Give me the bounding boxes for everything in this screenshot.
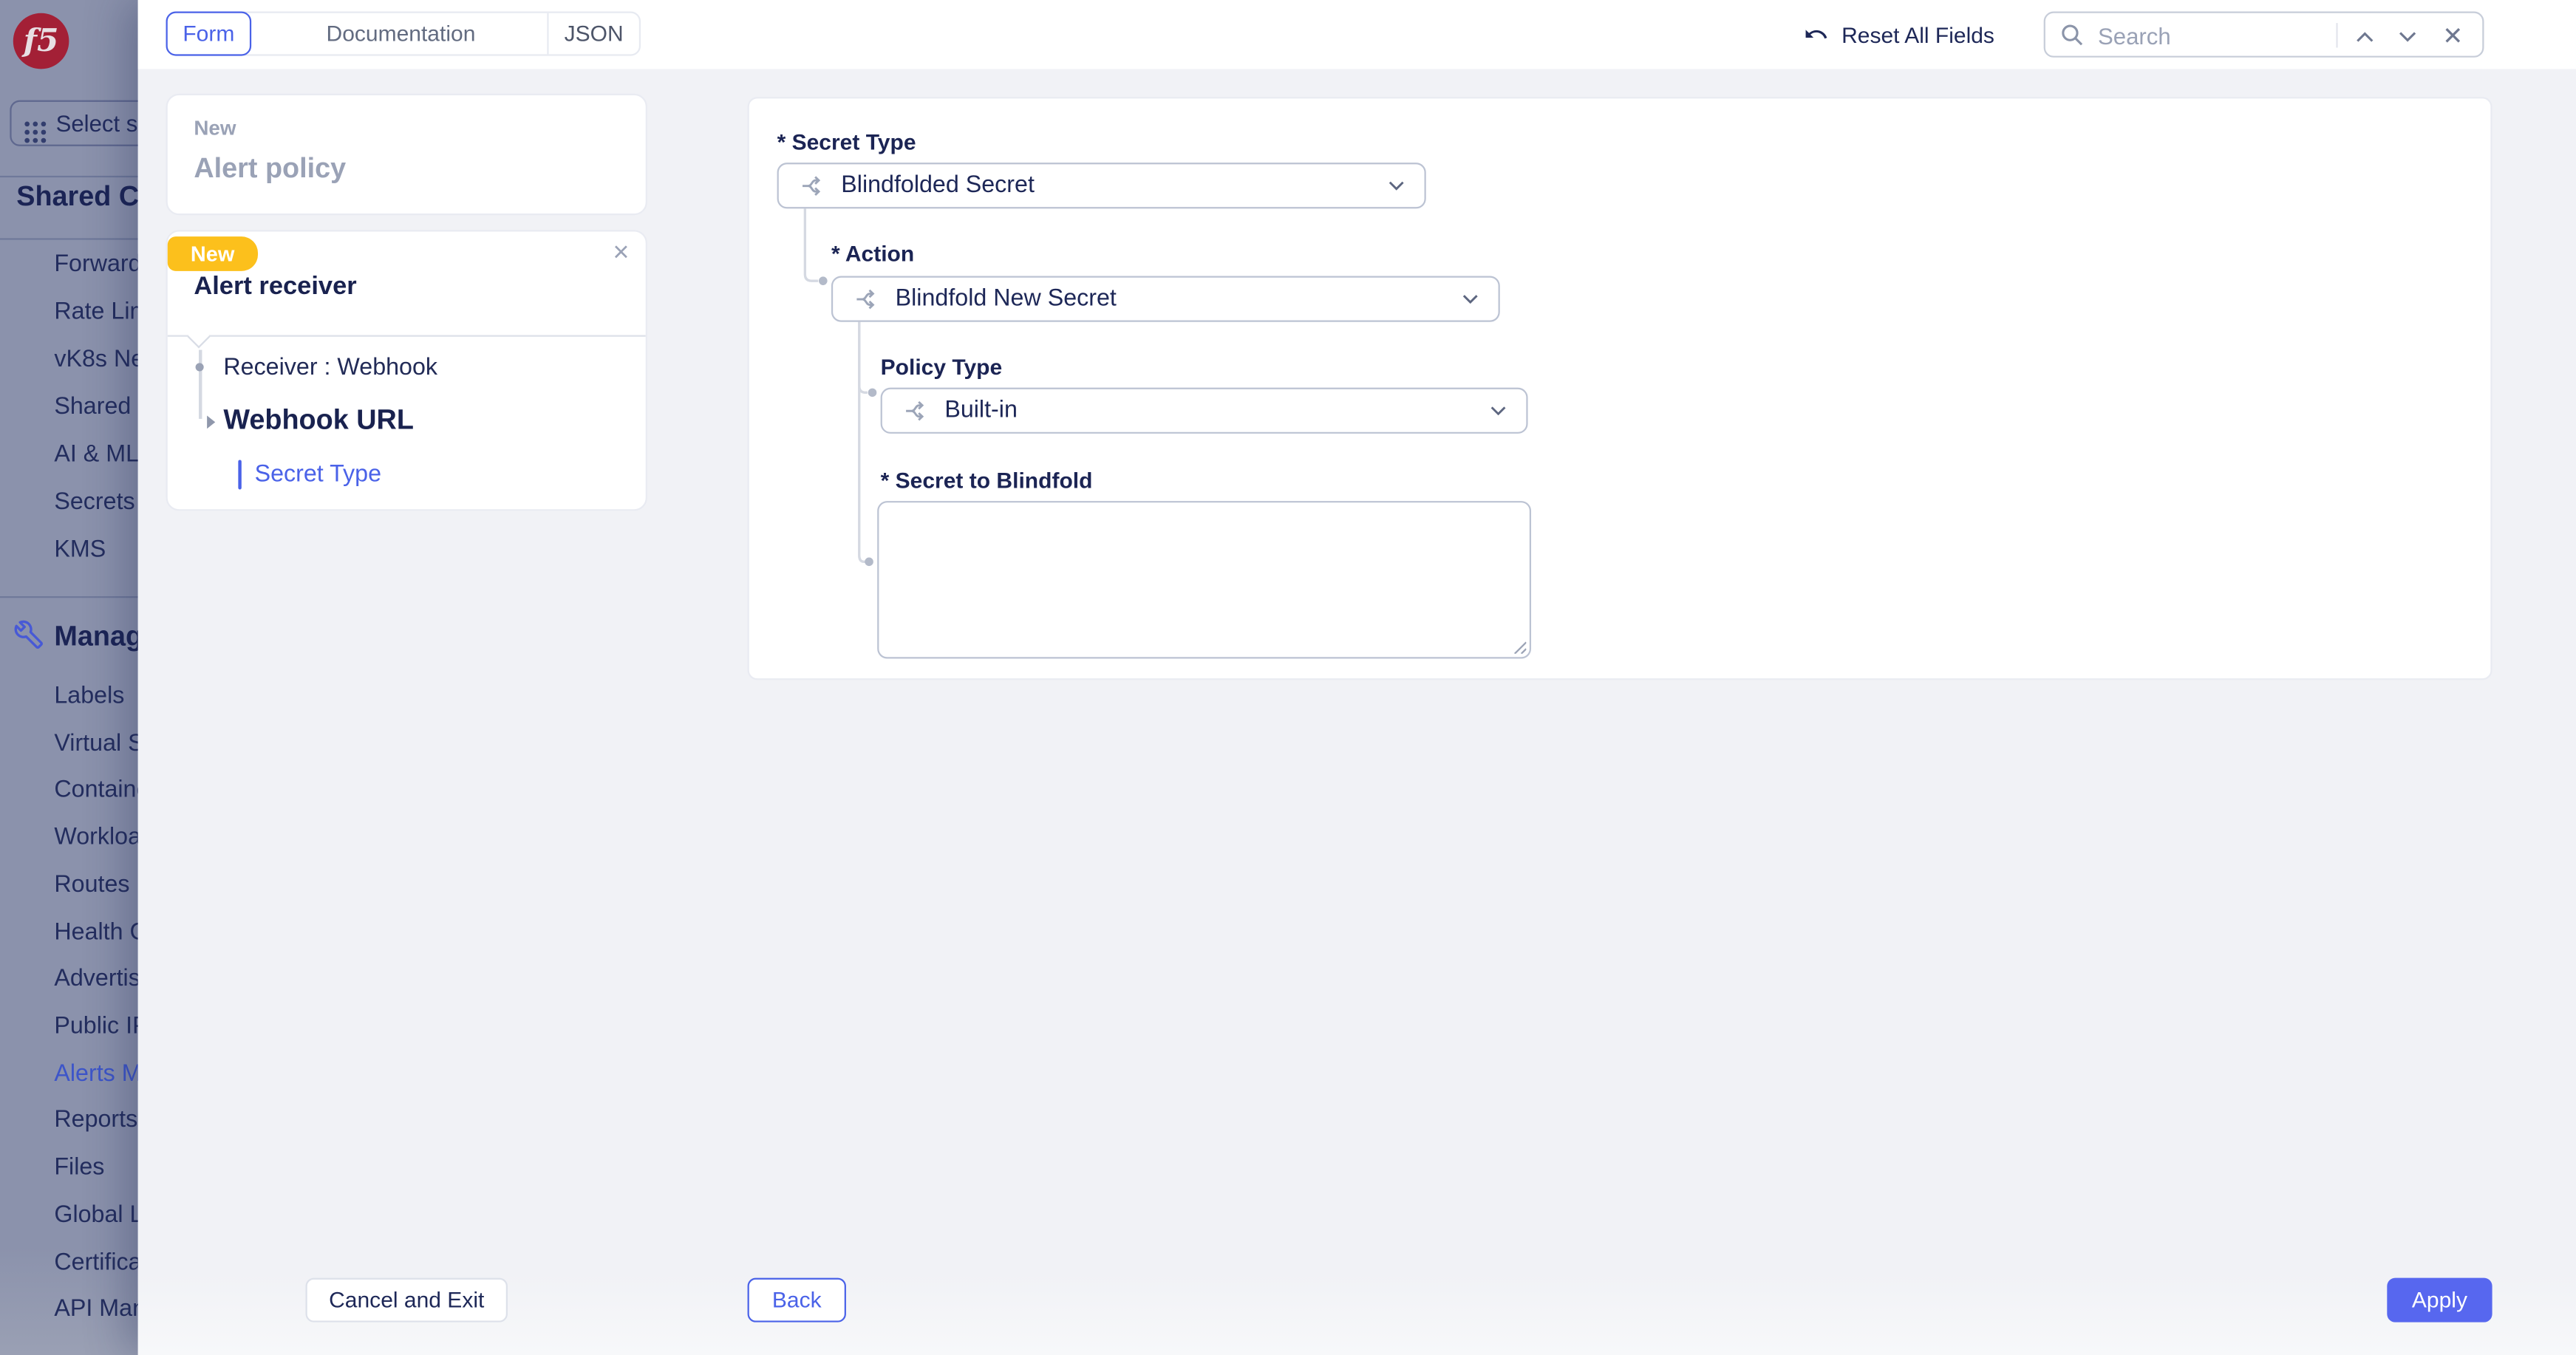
sidebar-item-labels[interactable]: Labels: [54, 680, 124, 712]
action-label: * Action: [831, 242, 914, 268]
resize-grip-icon[interactable]: [1511, 639, 1526, 654]
chevron-down-icon: [1462, 294, 1479, 304]
sidebar-item-health-checks[interactable]: Health C: [54, 917, 137, 949]
view-tabs: Form Documentation JSON: [166, 12, 641, 56]
back-button[interactable]: Back: [748, 1278, 846, 1322]
search-input[interactable]: [2095, 13, 2331, 59]
wrench-icon: [13, 619, 44, 650]
alert-receiver-panel: Form Documentation JSON Reset All Fields: [138, 0, 2576, 1355]
reset-all-fields-label: Reset All Fields: [1841, 22, 1994, 47]
sidebar-item-forwarding[interactable]: Forward: [54, 248, 137, 281]
sidebar-item-routes[interactable]: Routes: [54, 869, 129, 901]
action-select[interactable]: Blindfold New Secret: [831, 276, 1500, 321]
tree-item-receiver-webhook[interactable]: Receiver : Webhook: [223, 352, 437, 384]
reset-all-fields-button[interactable]: Reset All Fields: [1802, 0, 1994, 69]
sidebar-item-workloads[interactable]: Workload: [54, 822, 137, 854]
active-tree-indicator: [237, 460, 242, 489]
apply-button[interactable]: Apply: [2387, 1278, 2492, 1322]
grid-9-dots-icon: [24, 120, 30, 126]
select-service-button[interactable]: Select se: [10, 100, 137, 146]
sidebar: f5 Select se Shared Co Forward Rate Lim …: [0, 0, 138, 1355]
context-title: Alert policy: [194, 153, 346, 185]
new-badge: New: [168, 236, 258, 271]
sidebar-item-ai-ml[interactable]: AI & ML: [54, 439, 137, 471]
receiver-card-divider: [168, 335, 646, 337]
search-close-icon[interactable]: ✕: [2433, 13, 2473, 59]
sidebar-manage-heading: Manage: [54, 621, 137, 653]
f5-logo-text: f5: [24, 23, 59, 59]
search-icon: [2060, 23, 2085, 47]
sidebar-item-reports[interactable]: Reports: [54, 1104, 137, 1136]
tree-item-webhook-url[interactable]: Webhook URL: [223, 404, 414, 437]
alert-policy-context-card: New Alert policy: [166, 94, 647, 216]
sidebar-item-global-log[interactable]: Global Lo: [54, 1199, 137, 1232]
branch-icon: [798, 172, 825, 199]
context-eyebrow: New: [194, 117, 236, 140]
close-icon[interactable]: ×: [613, 238, 629, 266]
panel-topbar: Form Documentation JSON Reset All Fields: [138, 0, 2576, 69]
tree-arrow-icon: [207, 415, 215, 429]
search-box: ✕: [2044, 12, 2484, 58]
policy-type-value: Built-in: [944, 397, 1018, 424]
tree-bullet-icon: [196, 363, 204, 371]
sidebar-divider: [0, 176, 138, 177]
receiver-card-title: Alert receiver: [194, 273, 356, 302]
reset-icon: [1802, 21, 1830, 49]
cancel-and-exit-button[interactable]: Cancel and Exit: [306, 1278, 508, 1322]
sidebar-item-containers[interactable]: Containe: [54, 774, 137, 806]
caret-notch: [187, 324, 210, 347]
screen: f5 Select se Shared Co Forward Rate Lim …: [0, 0, 2576, 1355]
policy-type-label: Policy Type: [881, 355, 1003, 381]
sidebar-divider: [0, 596, 138, 598]
chevron-up-icon[interactable]: [2345, 13, 2384, 59]
secret-to-blindfold-label: * Secret to Blindfold: [881, 468, 1093, 495]
policy-type-select[interactable]: Built-in: [881, 388, 1528, 434]
tree-item-secret-type[interactable]: Secret Type: [255, 458, 381, 491]
sidebar-item-advertise[interactable]: Advertise: [54, 963, 137, 995]
secret-type-form-card: * Secret Type Blindfolded Secret * Actio…: [748, 97, 2492, 680]
sidebar-item-alerts-management[interactable]: Alerts Ma: [54, 1058, 137, 1091]
tab-form[interactable]: Form: [166, 12, 252, 56]
secret-type-value: Blindfolded Secret: [841, 172, 1035, 199]
tab-documentation[interactable]: Documentation: [253, 13, 548, 55]
f5-logo[interactable]: f5: [13, 13, 69, 69]
tab-json[interactable]: JSON: [547, 13, 638, 55]
sidebar-item-kms[interactable]: KMS: [54, 534, 106, 567]
sidebar-item-certificates[interactable]: Certifica: [54, 1246, 137, 1279]
sidebar-item-files[interactable]: Files: [54, 1151, 104, 1184]
branch-icon: [853, 286, 879, 313]
action-value: Blindfold New Secret: [896, 286, 1117, 313]
sidebar-item-rate-limiting[interactable]: Rate Lim: [54, 296, 137, 328]
sidebar-item-secrets[interactable]: Secrets: [54, 486, 134, 519]
sidebar-section-heading: Shared Co: [16, 181, 138, 214]
secret-to-blindfold-field: [877, 501, 1531, 658]
sidebar-item-api-management[interactable]: API Mana: [54, 1293, 137, 1325]
search-divider: [2336, 23, 2337, 47]
chevron-down-icon: [1388, 181, 1405, 191]
secret-type-select[interactable]: Blindfolded Secret: [777, 163, 1426, 208]
tree-connector-line: [199, 350, 201, 419]
chevron-down-icon[interactable]: [2387, 13, 2426, 59]
select-service-label: Select se: [56, 110, 138, 137]
secret-type-label: * Secret Type: [777, 130, 916, 157]
sidebar-item-virtual-sites[interactable]: Virtual Si: [54, 728, 137, 760]
chevron-down-icon: [1490, 406, 1506, 415]
secret-to-blindfold-textarea[interactable]: [877, 501, 1531, 658]
branch-icon: [902, 397, 929, 424]
sidebar-item-public-ip[interactable]: Public IP: [54, 1010, 137, 1042]
sidebar-divider: [0, 238, 138, 239]
alert-receiver-card: New × Alert receiver Receiver : Webhook …: [166, 230, 647, 511]
sidebar-item-vk8s-networks[interactable]: vK8s Net: [54, 344, 137, 376]
sidebar-item-shared[interactable]: Shared C: [54, 391, 137, 423]
